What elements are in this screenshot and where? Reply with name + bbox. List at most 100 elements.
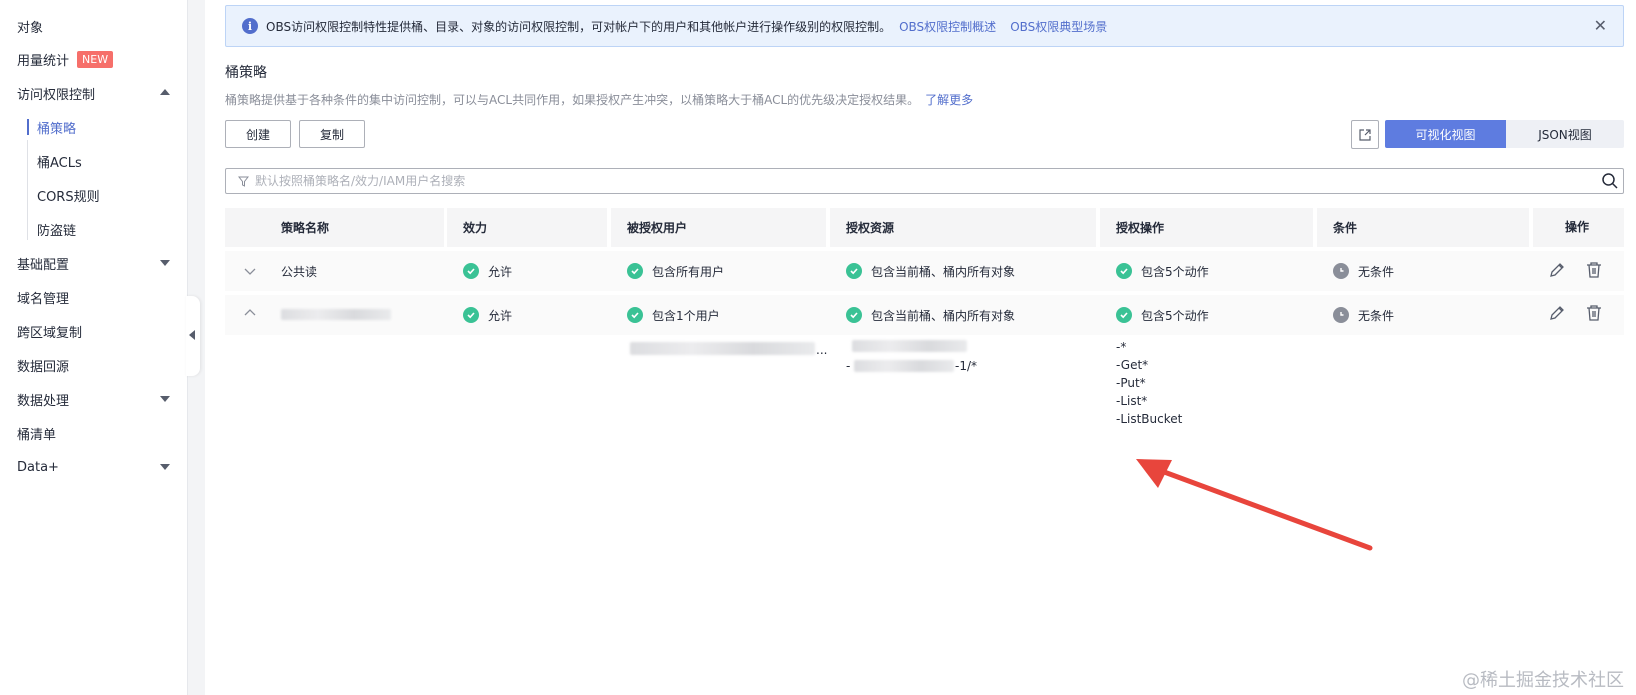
close-icon[interactable]: ✕ (1594, 17, 1607, 35)
info-icon: i (242, 18, 258, 34)
chevron-down-icon[interactable] (242, 263, 258, 279)
chevron-down-icon (160, 396, 170, 402)
effect-text: 允许 (488, 264, 513, 279)
sidebar-item-inventory[interactable]: 桶清单 (0, 416, 188, 450)
clock-icon (1333, 263, 1349, 279)
check-circle-icon (1116, 263, 1132, 279)
check-circle-icon (846, 263, 862, 279)
sidebar-item-hotlink[interactable]: 防盗链 (0, 212, 188, 246)
sidebar-item-data-processing[interactable]: 数据处理 (0, 382, 188, 416)
sidebar-item-cors[interactable]: CORS规则 (0, 178, 188, 212)
sidebar-item-basic-config[interactable]: 基础配置 (0, 246, 188, 280)
sidebar-item-access-control[interactable]: 访问权限控制 (0, 76, 188, 110)
sidebar-item-cross-region[interactable]: 跨区域复制 (0, 314, 188, 348)
copy-button[interactable]: 复制 (299, 120, 365, 148)
page-title: 桶策略 (225, 65, 267, 81)
sidebar-item-label: 跨区域复制 (17, 325, 83, 341)
tab-visual-view[interactable]: 可视化视图 (1385, 120, 1506, 148)
sidebar-item-label: CORS规则 (37, 189, 100, 205)
check-circle-icon (1116, 307, 1132, 323)
operations-cell (1533, 251, 1624, 291)
edit-icon[interactable] (1548, 261, 1566, 279)
column-header-principal[interactable]: 被授权用户 (611, 208, 826, 247)
column-header-effect[interactable]: 效力 (447, 208, 607, 247)
watermark: @稀土掘金技术社区 (1462, 670, 1624, 691)
sidebar-collapse-handle[interactable] (186, 296, 200, 376)
action-detail: -Get* (1116, 358, 1149, 372)
info-banner: i OBS访问权限控制特性提供桶、目录、对象的访问权限控制，可对帐户下的用户和其… (225, 5, 1624, 47)
sidebar-item-label: 防盗链 (37, 223, 77, 239)
export-icon (1359, 128, 1371, 141)
obs-permission-scenarios-link[interactable]: OBS权限典型场景 (1010, 18, 1107, 35)
sidebar-item-label: 桶清单 (17, 427, 57, 443)
resource-cell: 包含当前桶、桶内所有对象 (830, 295, 1096, 335)
action-text: 包含5个动作 (1141, 264, 1209, 279)
action-detail: -ListBucket (1116, 412, 1183, 426)
effect-text: 允许 (488, 308, 513, 323)
sidebar-item-usage[interactable]: 用量统计 NEW (0, 42, 188, 76)
condition-cell: 无条件 (1317, 295, 1529, 335)
policy-name: 公共读 (265, 251, 444, 291)
resource-text: 包含当前桶、桶内所有对象 (871, 308, 1016, 323)
resource-prefix: - (846, 359, 851, 373)
new-badge: NEW (77, 50, 114, 68)
search-box (225, 168, 1624, 194)
info-text: OBS访问权限控制特性提供桶、目录、对象的访问权限控制，可对帐户下的用户和其他帐… (266, 19, 892, 34)
resource-text: 包含当前桶、桶内所有对象 (871, 264, 1016, 279)
sidebar-item-label: 访问权限控制 (17, 87, 96, 103)
sidebar-item-bucket-policy[interactable]: 桶策略 (0, 110, 188, 144)
sidebar-item-bucket-acls[interactable]: 桶ACLs (0, 144, 188, 178)
column-header-resource[interactable]: 授权资源 (830, 208, 1096, 247)
obs-permission-overview-link[interactable]: OBS权限控制概述 (899, 18, 996, 35)
sidebar-item-back-to-source[interactable]: 数据回源 (0, 348, 188, 382)
annotation-arrow-icon (1136, 459, 1373, 551)
learn-more-link[interactable]: 了解更多 (925, 93, 973, 107)
sidebar-item-objects[interactable]: 对象 (0, 9, 188, 43)
condition-text: 无条件 (1358, 308, 1395, 323)
chevron-down-icon (160, 464, 170, 470)
action-cell: 包含5个动作 (1100, 295, 1313, 335)
sidebar-item-domain[interactable]: 域名管理 (0, 280, 188, 314)
clock-icon (1333, 307, 1349, 323)
redacted-resource-1 (852, 340, 967, 352)
delete-icon[interactable] (1585, 261, 1603, 279)
chevron-down-icon (160, 260, 170, 266)
create-button[interactable]: 创建 (225, 120, 291, 148)
filter-icon (238, 176, 249, 187)
principal-ellipsis: ... (816, 343, 828, 357)
principal-cell: 包含所有用户 (611, 251, 826, 291)
edit-icon[interactable] (1548, 304, 1566, 322)
search-input[interactable] (255, 170, 1623, 192)
principal-cell: 包含1个用户 (611, 295, 826, 335)
sidebar-item-label: 域名管理 (17, 291, 70, 307)
sidebar: 对象 用量统计 NEW 访问权限控制 桶策略 桶ACLs CORS规则 防盗链 … (0, 0, 188, 695)
sidebar-item-label: 对象 (17, 20, 44, 36)
redacted-policy-name (281, 309, 391, 320)
tab-json-view[interactable]: JSON视图 (1506, 120, 1624, 148)
check-circle-icon (627, 263, 643, 279)
check-circle-icon (627, 307, 643, 323)
search-icon[interactable] (1601, 172, 1619, 190)
principal-text: 包含1个用户 (652, 308, 720, 323)
action-detail: -List* (1116, 394, 1148, 408)
column-header-policy-name[interactable]: 策略名称 (225, 208, 444, 247)
sidebar-item-label: 数据回源 (17, 359, 70, 375)
export-button[interactable] (1351, 120, 1379, 149)
principal-text: 包含所有用户 (652, 264, 725, 279)
sidebar-item-data-plus[interactable]: Data+ (0, 450, 188, 484)
effect-cell: 允许 (447, 295, 607, 335)
effect-cell: 允许 (447, 251, 607, 291)
column-header-operations: 操作 (1533, 208, 1624, 247)
action-text: 包含5个动作 (1141, 308, 1209, 323)
action-cell: 包含5个动作 (1100, 251, 1313, 291)
chevron-up-icon[interactable] (242, 305, 258, 321)
resource-suffix: -1/* (955, 359, 978, 373)
redacted-resource-2 (854, 360, 954, 372)
column-header-action[interactable]: 授权操作 (1100, 208, 1313, 247)
sidebar-item-label: 用量统计 (17, 53, 70, 69)
operations-cell (1533, 295, 1624, 335)
sidebar-item-label: 桶策略 (37, 121, 77, 137)
description-text: 桶策略提供基于各种条件的集中访问控制，可以与ACL共同作用，如果授权产生冲突，以… (225, 93, 920, 107)
column-header-condition[interactable]: 条件 (1317, 208, 1529, 247)
delete-icon[interactable] (1585, 304, 1603, 322)
